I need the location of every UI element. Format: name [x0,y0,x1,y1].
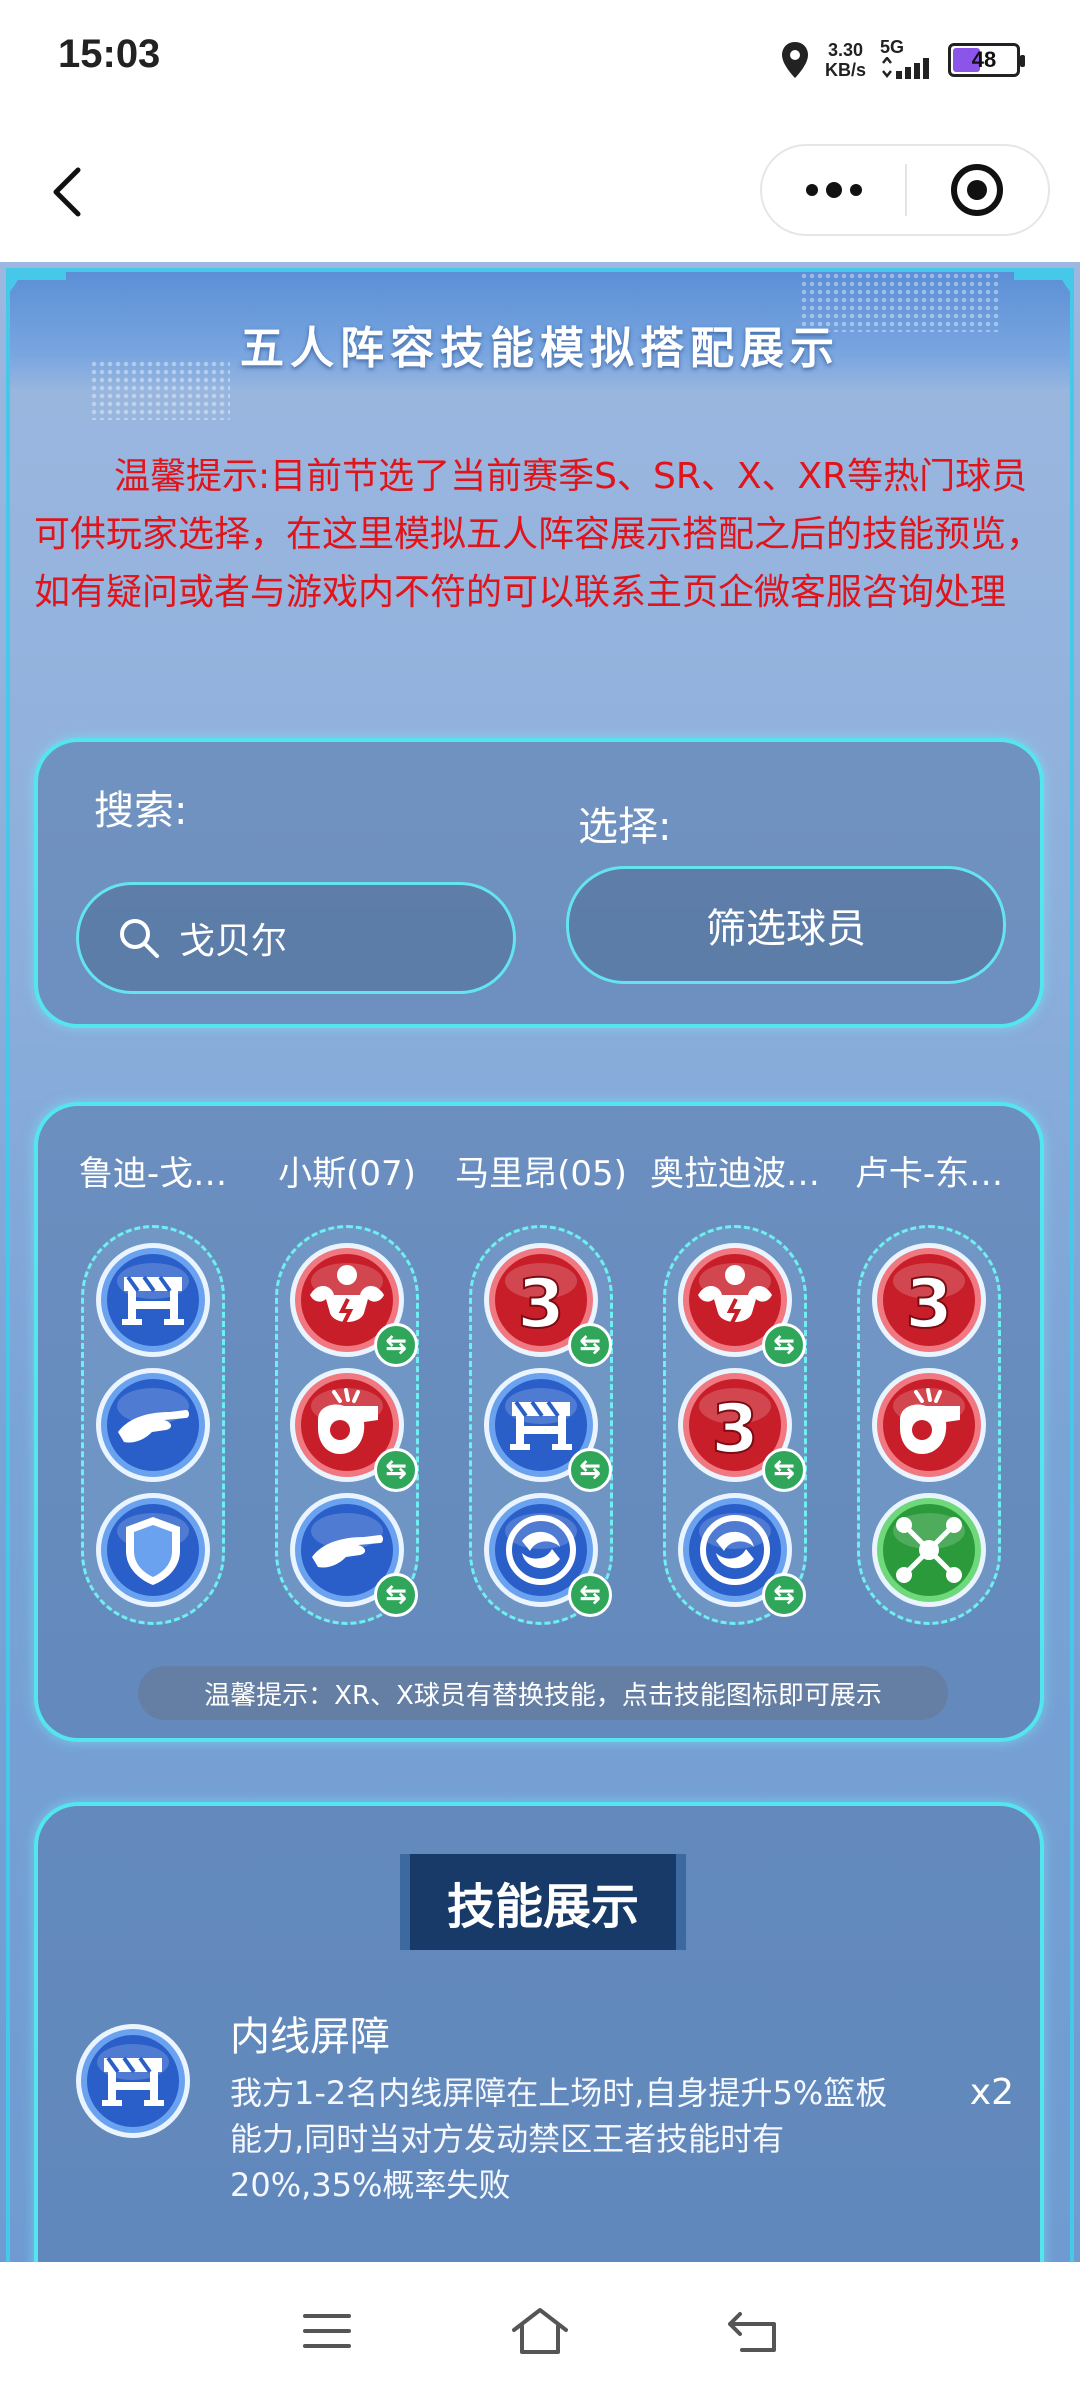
warm-tip: 温馨提示:目前节选了当前赛季S、SR、X、XR等热门球员可供玩家选择，在这里模拟… [34,456,1043,613]
search-panel: 搜索: 选择: 戈贝尔 筛选球员 [34,738,1044,1028]
battery-icon: 48 [948,43,1025,77]
three-icon[interactable]: 3 ⇆ [482,1241,612,1368]
player-column: 小斯(07) ⇆ ⇆ ⇆ [250,1146,444,1625]
svg-text:3: 3 [517,1265,564,1344]
target-icon [951,164,1004,216]
whistle-icon[interactable] [870,1366,988,1484]
player-name: 马里昂(05) [455,1154,627,1194]
status-bar: 15:03 3.30 KB/s 5G 48 [0,0,1080,120]
barrier-icon[interactable] [94,1241,212,1359]
search-label: 搜索: [94,788,188,834]
speed-value: 3.30 [827,40,864,60]
frame-corner [6,268,66,298]
network-indicator: 5G [880,37,934,83]
signal-icon [882,55,929,79]
mini-program-capsule [760,144,1050,236]
hand-icon[interactable]: ⇆ [288,1491,418,1617]
status-icons: 3.30 KB/s 5G 48 [779,34,1025,86]
more-dots-icon [805,182,862,198]
whistle-icon[interactable]: ⇆ [288,1366,418,1492]
search-value: 戈贝尔 [179,921,288,962]
shield-icon[interactable] [94,1491,212,1609]
lineup-tip: 温馨提示：XR、X球员有替换技能，点击技能图标即可展示 [138,1666,948,1720]
svg-text:3: 3 [905,1265,952,1344]
three-icon[interactable]: 3 [870,1241,988,1359]
back-arrow-icon [728,2312,777,2352]
skill-item-count: x2 [969,2072,1014,2113]
skill-item-icon [74,2022,192,2140]
close-button[interactable] [907,162,1048,218]
swap-icon[interactable]: ⇆ [762,1323,806,1368]
status-time: 15:03 [58,32,161,76]
skill-display-panel: 技能展示 内线屏障 我方1-2名内线屏障在上场时,自身提升5%篮板能力,同时当对… [34,1802,1044,2262]
player-skill-slots [81,1225,225,1625]
muscle-icon[interactable]: ⇆ [288,1241,418,1368]
network-icon[interactable] [870,1491,988,1609]
player-name: 鲁迪-戈… [78,1154,228,1194]
muscle-icon[interactable]: ⇆ [676,1241,806,1368]
player-column: 卢卡-东… 3 [832,1146,1026,1625]
net-speed: 3.30 KB/s [825,40,866,80]
player-skill-slots: ⇆ 3 ⇆ ⇆ [663,1225,807,1625]
player-skill-slots: 3 ⇆ ⇆ ⇆ [469,1225,613,1625]
swap-icon[interactable]: ⇆ [568,1323,612,1368]
skill-item[interactable]: 内线屏障 我方1-2名内线屏障在上场时,自身提升5%篮板能力,同时当对方发动禁区… [74,2014,1014,2262]
chevron-left-icon[interactable] [40,162,100,222]
players-row: 鲁迪-戈… 小斯(07) ⇆ ⇆ ⇆ 马里昂(05) 3 ⇆ ⇆ ⇆ 奥拉迪波… ⇆ 3 ⇆ ⇆ 卢卡-东… 3 [56,1146,1026,1625]
nav-bar [0,120,1080,260]
system-nav-bar [0,2262,1080,2400]
barrier-icon[interactable]: ⇆ [482,1366,612,1492]
swap-icon[interactable]: ⇆ [762,1447,806,1492]
menu-icon [302,2314,351,2348]
svg-text:3: 3 [711,1390,758,1469]
select-label: 选择: [578,804,672,850]
player-column: 奥拉迪波… ⇆ 3 ⇆ ⇆ [638,1146,832,1625]
player-name: 奥拉迪波… [650,1154,820,1194]
player-skill-slots: 3 [857,1225,1001,1625]
skill-display-title: 技能展示 [400,1854,686,1950]
player-column: 马里昂(05) 3 ⇆ ⇆ ⇆ [444,1146,638,1625]
skill-item-desc: 我方1-2名内线屏障在上场时,自身提升5%篮板能力,同时当对方发动禁区王者技能时… [230,2074,888,2204]
network-type: 5G [880,37,905,57]
player-column: 鲁迪-戈… [56,1146,250,1625]
swap-icon[interactable]: ⇆ [762,1572,806,1617]
search-input[interactable]: 戈贝尔 [76,882,516,994]
skill-item-name: 内线屏障 [230,2014,390,2060]
battery-level: 48 [971,47,997,72]
swap-icon[interactable]: ⇆ [374,1572,418,1617]
lineup-panel: 鲁迪-戈… 小斯(07) ⇆ ⇆ ⇆ 马里昂(05) 3 ⇆ ⇆ ⇆ 奥拉迪波… ⇆ 3 ⇆ ⇆ 卢卡-东… 3… [34,1102,1044,1742]
swap-icon[interactable]: ⇆ [568,1447,612,1492]
location-icon [781,42,808,78]
player-name: 小斯(07) [278,1154,416,1194]
back-button[interactable] [713,2301,793,2361]
swap-icon[interactable]: ⇆ [374,1323,418,1368]
frame-corner [1014,268,1074,298]
main-content[interactable]: 五人阵容技能模拟搭配展示 温馨提示:目前节选了当前赛季S、SR、X、XR等热门球… [0,262,1080,2262]
more-button[interactable] [762,180,905,200]
swirl-icon[interactable]: ⇆ [676,1491,806,1617]
home-button[interactable] [500,2301,580,2361]
swap-icon[interactable]: ⇆ [568,1572,612,1617]
speed-unit: KB/s [824,60,866,80]
filter-players-button[interactable]: 筛选球员 [566,866,1006,984]
search-icon [120,919,159,958]
home-icon [511,2308,568,2354]
hand-icon[interactable] [94,1366,212,1484]
swirl-icon[interactable]: ⇆ [482,1491,612,1617]
player-skill-slots: ⇆ ⇆ ⇆ [275,1225,419,1625]
page-title: 五人阵容技能模拟搭配展示 [240,323,840,374]
three-icon[interactable]: 3 ⇆ [676,1366,806,1492]
swap-icon[interactable]: ⇆ [374,1447,418,1492]
player-name: 卢卡-东… [854,1154,1004,1194]
menu-button[interactable] [287,2301,367,2361]
